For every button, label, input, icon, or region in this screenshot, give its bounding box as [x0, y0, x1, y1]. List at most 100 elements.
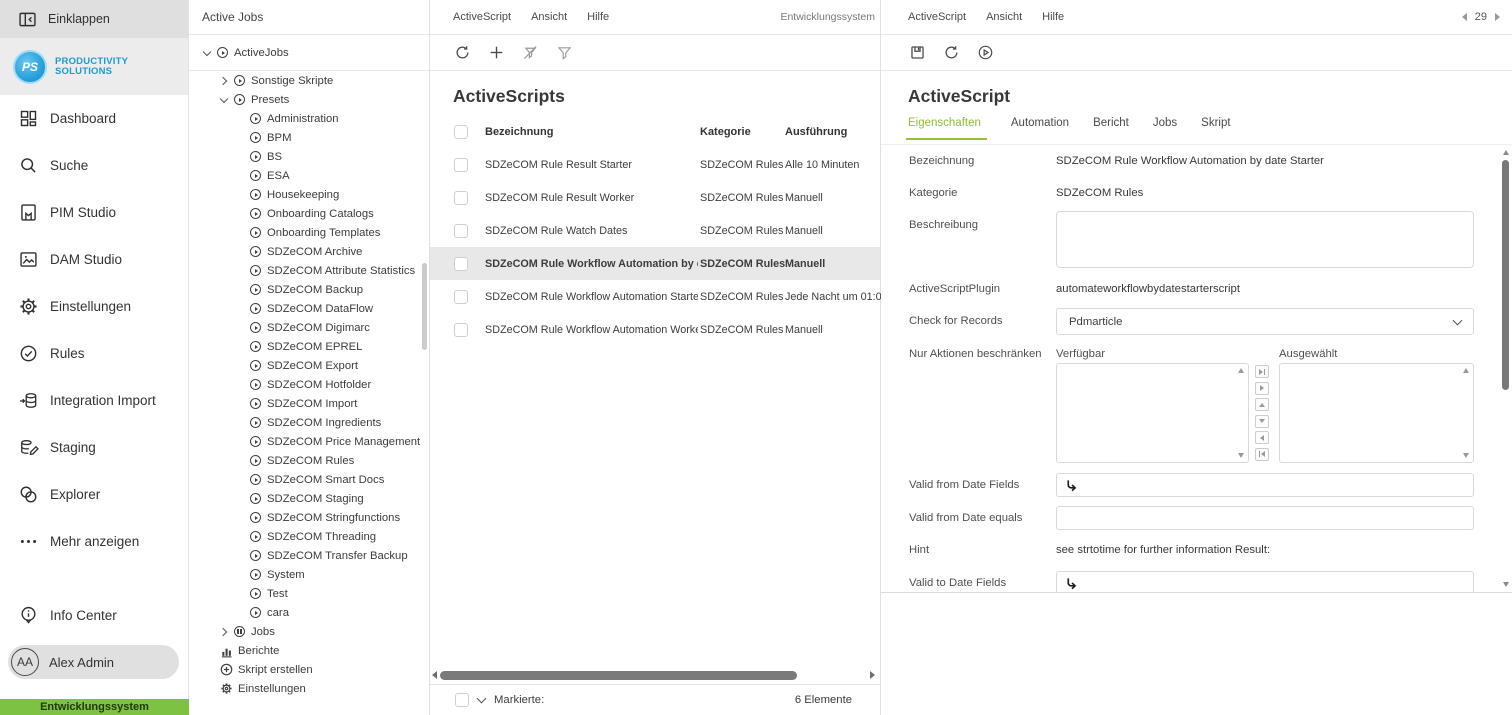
table-row[interactable]: SDZeCOM Rule Workflow Automation Starter… — [430, 280, 880, 313]
tree-item[interactable]: SDZeCOM Ingredients — [189, 413, 429, 432]
row-checkbox[interactable] — [454, 158, 468, 172]
refresh-button[interactable] — [939, 41, 963, 65]
tree-item[interactable]: Test — [189, 584, 429, 603]
tree-item[interactable]: SDZeCOM Stringfunctions — [189, 508, 429, 527]
horizontal-scrollbar-thumb[interactable] — [440, 671, 797, 680]
column-header-bezeichnung[interactable]: Bezeichnung — [485, 126, 698, 138]
scroll-up-icon[interactable] — [1503, 150, 1509, 155]
check-for-records-select[interactable]: Pdmarticle — [1056, 308, 1474, 335]
filter-clear-button[interactable] — [518, 41, 542, 65]
menu-activescript[interactable]: ActiveScript — [453, 11, 511, 23]
move-all-left-button[interactable] — [1255, 448, 1269, 461]
table-row[interactable]: SDZeCOM Rule Workflow Automation Worker … — [430, 313, 880, 346]
tree-item[interactable]: Onboarding Catalogs — [189, 204, 429, 223]
tree-root-activejobs[interactable]: ActiveJobs — [189, 35, 429, 71]
sidebar-item-dashboard[interactable]: Dashboard — [0, 95, 188, 142]
tree-item[interactable]: ESA — [189, 166, 429, 185]
tree-item[interactable]: cara — [189, 603, 429, 622]
sidebar-item-suche[interactable]: Suche — [0, 142, 188, 189]
tree-item[interactable]: SDZeCOM Import — [189, 394, 429, 413]
expander-icon[interactable] — [202, 48, 212, 58]
tree-item[interactable]: Housekeeping — [189, 185, 429, 204]
scroll-up-icon[interactable] — [1238, 368, 1244, 373]
tree-item[interactable]: System — [189, 565, 429, 584]
tab[interactable]: Skript — [1201, 117, 1230, 140]
tree-item[interactable]: SDZeCOM Export — [189, 356, 429, 375]
sidebar-item-mehr-anzeigen[interactable]: Mehr anzeigen — [0, 518, 188, 565]
menu-ansicht[interactable]: Ansicht — [986, 11, 1022, 23]
valid-from-equals-input[interactable] — [1056, 506, 1474, 530]
tree-item[interactable]: SDZeCOM Backup — [189, 280, 429, 299]
tree-scrollbar-thumb[interactable] — [422, 263, 427, 350]
row-checkbox[interactable] — [454, 323, 468, 337]
sidebar-item-dam-studio[interactable]: DAM Studio — [0, 236, 188, 283]
expander-icon[interactable] — [219, 76, 229, 86]
beschreibung-textarea[interactable] — [1056, 211, 1474, 268]
move-up-button[interactable] — [1255, 398, 1269, 411]
sidebar-item-pim-studio[interactable]: PIM Studio — [0, 189, 188, 236]
tree-item[interactable]: Presets — [189, 90, 429, 109]
tab[interactable]: Bericht — [1093, 117, 1129, 140]
tree-item[interactable]: Administration — [189, 109, 429, 128]
hscroll-left-arrow-icon[interactable] — [432, 671, 437, 679]
add-button[interactable] — [484, 41, 508, 65]
table-row[interactable]: SDZeCOM Rule Result Worker SDZeCOM Rules… — [430, 181, 880, 214]
tree-item[interactable]: SDZeCOM Smart Docs — [189, 470, 429, 489]
tree-item[interactable]: BPM — [189, 128, 429, 147]
menu-hilfe[interactable]: Hilfe — [587, 11, 609, 23]
tree-action-skript-erstellen[interactable]: Skript erstellen — [189, 660, 429, 679]
row-checkbox[interactable] — [454, 290, 468, 304]
valid-from-fields-input[interactable] — [1056, 473, 1474, 497]
tree-item[interactable]: SDZeCOM Hotfolder — [189, 375, 429, 394]
tree-item[interactable]: SDZeCOM EPREL — [189, 337, 429, 356]
sidebar-item-rules[interactable]: Rules — [0, 330, 188, 377]
tree-item[interactable]: SDZeCOM Threading — [189, 527, 429, 546]
tab[interactable]: Eigenschaften — [906, 117, 987, 140]
table-row[interactable]: SDZeCOM Rule Watch Dates SDZeCOM Rules M… — [430, 214, 880, 247]
tree-item[interactable]: SDZeCOM Price Management — [189, 432, 429, 451]
sidebar-item-integration-import[interactable]: Integration Import — [0, 377, 188, 424]
table-row[interactable]: SDZeCOM Rule Result Starter SDZeCOM Rule… — [430, 148, 880, 181]
tree-item[interactable]: SDZeCOM Staging — [189, 489, 429, 508]
sidebar-item-explorer[interactable]: Explorer — [0, 471, 188, 518]
tree-item[interactable]: SDZeCOM DataFlow — [189, 299, 429, 318]
pager-next-icon[interactable] — [1495, 13, 1500, 21]
tree-item[interactable]: SDZeCOM Archive — [189, 242, 429, 261]
table-row[interactable]: SDZeCOM Rule Workflow Automation by d...… — [430, 247, 880, 280]
scroll-down-icon[interactable] — [1238, 453, 1244, 458]
tree-action-berichte[interactable]: Berichte — [189, 641, 429, 660]
tree-item[interactable]: SDZeCOM Transfer Backup — [189, 546, 429, 565]
sidebar-item-info-center[interactable]: Info Center — [0, 592, 188, 639]
expander-icon[interactable] — [219, 627, 229, 637]
tree-item[interactable]: BS — [189, 147, 429, 166]
menu-ansicht[interactable]: Ansicht — [531, 11, 567, 23]
refresh-button[interactable] — [450, 41, 474, 65]
tree-item[interactable]: SDZeCOM Attribute Statistics — [189, 261, 429, 280]
save-button[interactable] — [905, 41, 929, 65]
tree-action-einstellungen[interactable]: Einstellungen — [189, 679, 429, 698]
row-checkbox[interactable] — [454, 224, 468, 238]
move-right-button[interactable] — [1255, 382, 1269, 395]
select-all-checkbox[interactable] — [454, 125, 468, 139]
chevron-down-icon[interactable] — [477, 694, 487, 704]
vertical-scrollbar-thumb[interactable] — [1502, 160, 1509, 390]
move-left-button[interactable] — [1255, 431, 1269, 444]
tree-item[interactable]: SDZeCOM Rules — [189, 451, 429, 470]
menu-activescript[interactable]: ActiveScript — [908, 11, 966, 23]
menu-hilfe[interactable]: Hilfe — [1042, 11, 1064, 23]
tree-item[interactable]: Jobs — [189, 622, 429, 641]
hscroll-right-arrow-icon[interactable] — [870, 671, 875, 679]
column-header-ausfuehrung[interactable]: Ausführung — [785, 126, 879, 138]
move-all-right-button[interactable] — [1255, 365, 1269, 378]
sidebar-collapse-button[interactable]: Einklappen — [0, 0, 188, 38]
sidebar-item-einstellungen[interactable]: Einstellungen — [0, 283, 188, 330]
tab[interactable]: Jobs — [1153, 117, 1177, 140]
row-checkbox[interactable] — [454, 191, 468, 205]
user-menu[interactable]: AA Alex Admin — [8, 645, 179, 679]
sidebar-item-staging[interactable]: Staging — [0, 424, 188, 471]
tab[interactable]: Automation — [1011, 117, 1069, 140]
pager-prev-icon[interactable] — [1462, 13, 1467, 21]
scroll-down-icon[interactable] — [1503, 582, 1509, 587]
run-button[interactable] — [973, 41, 997, 65]
filter-button[interactable] — [552, 41, 576, 65]
